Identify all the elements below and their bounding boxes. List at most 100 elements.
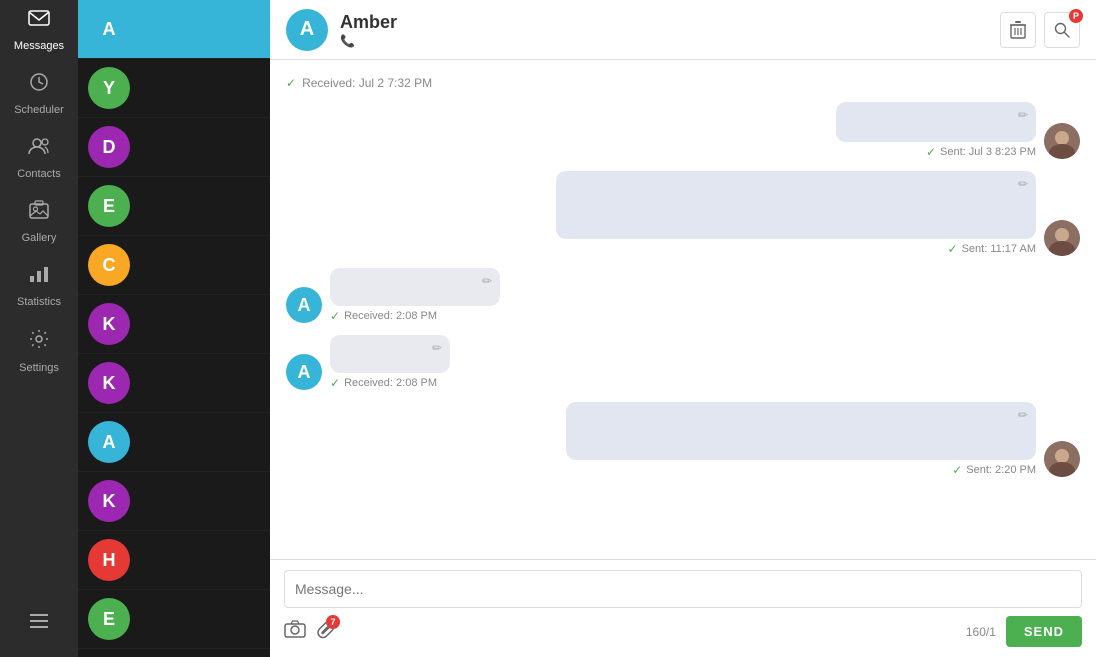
- chat-header-avatar: A: [286, 9, 328, 51]
- nav-label-contacts: Contacts: [17, 168, 60, 180]
- avatar-E2: E: [88, 598, 130, 640]
- search-button[interactable]: P: [1044, 12, 1080, 48]
- msg-timestamp-sent-1: ✓ Sent: Jul 3 8:23 PM: [926, 145, 1036, 159]
- msg-bubble-received-1: ✏: [330, 268, 500, 306]
- nav-label-settings: Settings: [19, 362, 59, 374]
- check-icon-s2: ✓: [948, 242, 958, 256]
- edit-icon-5: ✏: [1018, 408, 1028, 422]
- nav-bar: Messages Scheduler Contacts: [0, 0, 78, 657]
- msg-avatar-sent-3: [1044, 441, 1080, 477]
- timestamp-1: Received: Jul 2 7:32 PM: [302, 76, 432, 90]
- message-received-1: A ✏ ✓ Received: 2:08 PM: [286, 268, 1080, 323]
- delete-button[interactable]: [1000, 12, 1036, 48]
- nav-item-settings[interactable]: Settings: [0, 318, 78, 384]
- avatar-E1: E: [88, 185, 130, 227]
- check-icon-s1: ✓: [926, 145, 936, 159]
- msg-bubble-sent-2: ✏: [556, 171, 1036, 239]
- nav-item-contacts[interactable]: Contacts: [0, 126, 78, 190]
- msg-timestamp-sent-2: ✓ Sent: 11:17 AM: [948, 242, 1036, 256]
- contact-item-A1[interactable]: A: [78, 0, 270, 59]
- avatar-K2: K: [88, 362, 130, 404]
- contact-list: A Y D E C K K A K H E: [78, 0, 270, 657]
- chat-header: A Amber 📞: [270, 0, 1096, 60]
- phone-icon: 📞: [340, 34, 355, 48]
- msg-bubble-sent-1: ✏: [836, 102, 1036, 142]
- edit-icon-3: ✏: [482, 274, 492, 288]
- messages-icon: [28, 10, 50, 38]
- contact-item-E2[interactable]: E: [78, 590, 270, 649]
- msg-bubble-wrap-sent-1: ✏ ✓ Sent: Jul 3 8:23 PM: [836, 102, 1036, 159]
- send-button[interactable]: SEND: [1006, 616, 1082, 647]
- check-icon-r1: ✓: [330, 309, 340, 323]
- timestamp-row-1: ✓ Received: Jul 2 7:32 PM: [286, 76, 1080, 90]
- contact-item-E1[interactable]: E: [78, 177, 270, 236]
- chat-area: A Amber 📞: [270, 0, 1096, 657]
- msg-bubble-sent-3: ✏: [566, 402, 1036, 460]
- edit-icon-2: ✏: [1018, 177, 1028, 191]
- contact-item-Y[interactable]: Y: [78, 59, 270, 118]
- attach-button[interactable]: 7: [316, 619, 336, 644]
- check-icon-r2: ✓: [330, 376, 340, 390]
- contact-item-D[interactable]: D: [78, 118, 270, 177]
- nav-label-gallery: Gallery: [22, 232, 57, 244]
- nav-label-messages: Messages: [14, 40, 64, 52]
- gallery-icon: [29, 200, 49, 230]
- edit-icon-1: ✏: [1018, 108, 1028, 122]
- contact-item-A2[interactable]: A: [78, 413, 270, 472]
- msg-avatar-sent-1: [1044, 123, 1080, 159]
- msg-avatar-sent-2: [1044, 220, 1080, 256]
- avatar-Y: Y: [88, 67, 130, 109]
- avatar-H: H: [88, 539, 130, 581]
- nav-item-messages[interactable]: Messages: [0, 0, 78, 62]
- contact-item-C[interactable]: C: [78, 236, 270, 295]
- check-icon-s3: ✓: [952, 463, 962, 477]
- chat-contact-status: 📞: [340, 33, 1000, 48]
- message-sent-1: ✏ ✓ Sent: Jul 3 8:23 PM: [286, 102, 1080, 159]
- avatar-A1: A: [88, 8, 130, 50]
- msg-bubble-wrap-sent-3: ✏ ✓ Sent: 2:20 PM: [599, 402, 1036, 477]
- avatar-D: D: [88, 126, 130, 168]
- contact-item-H[interactable]: H: [78, 531, 270, 590]
- edit-icon-4: ✏: [432, 341, 442, 355]
- contact-item-K2[interactable]: K: [78, 354, 270, 413]
- msg-timestamp-sent-3: ✓ Sent: 2:20 PM: [952, 463, 1036, 477]
- chat-contact-name: Amber: [340, 12, 1000, 33]
- avatar-C: C: [88, 244, 130, 286]
- nav-item-scheduler[interactable]: Scheduler: [0, 62, 78, 126]
- settings-icon: [28, 328, 50, 360]
- chat-header-actions: P: [1000, 12, 1080, 48]
- scheduler-icon: [29, 72, 49, 102]
- msg-bubble-wrap-sent-2: ✏ ✓ Sent: 11:17 AM: [599, 171, 1036, 256]
- msg-bubble-wrap-received-1: ✏ ✓ Received: 2:08 PM: [330, 268, 500, 323]
- search-badge: P: [1069, 9, 1083, 23]
- avatar-K3: K: [88, 480, 130, 522]
- avatar-A2: A: [88, 421, 130, 463]
- contact-item-K1[interactable]: K: [78, 295, 270, 354]
- msg-timestamp-received-2: ✓ Received: 2:08 PM: [330, 376, 437, 390]
- input-area: 7 160/1 SEND: [270, 559, 1096, 657]
- messages-area[interactable]: ✓ Received: Jul 2 7:32 PM ✏ ✓: [270, 60, 1096, 559]
- msg-bubble-received-2: ✏: [330, 335, 450, 373]
- contact-item-K3[interactable]: K: [78, 472, 270, 531]
- nav-item-gallery[interactable]: Gallery: [0, 190, 78, 254]
- nav-item-statistics[interactable]: Statistics: [0, 254, 78, 318]
- contacts-icon: [28, 136, 50, 166]
- nav-label-statistics: Statistics: [17, 296, 61, 308]
- attach-badge: 7: [326, 615, 340, 629]
- camera-button[interactable]: [284, 620, 306, 643]
- char-count: 160/1: [966, 625, 996, 639]
- nav-label-scheduler: Scheduler: [14, 104, 64, 116]
- msg-timestamp-received-1: ✓ Received: 2:08 PM: [330, 309, 437, 323]
- msg-bubble-wrap-received-2: ✏ ✓ Received: 2:08 PM: [330, 335, 450, 390]
- statistics-icon: [28, 264, 50, 294]
- message-received-2: A ✏ ✓ Received: 2:08 PM: [286, 335, 1080, 390]
- chat-header-info: Amber 📞: [340, 12, 1000, 48]
- msg-avatar-received-2: A: [286, 354, 322, 390]
- msg-avatar-received-1: A: [286, 287, 322, 323]
- message-input[interactable]: [295, 577, 1071, 601]
- menu-icon: [28, 613, 50, 639]
- message-sent-2: ✏ ✓ Sent: 11:17 AM: [286, 171, 1080, 256]
- nav-item-menu[interactable]: [0, 603, 78, 657]
- check-icon-1: ✓: [286, 76, 296, 90]
- avatar-K1: K: [88, 303, 130, 345]
